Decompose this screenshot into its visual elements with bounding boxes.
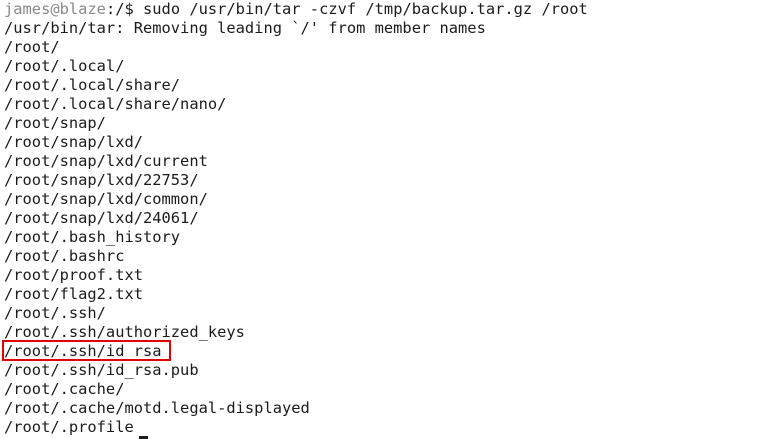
output-line: /root/.ssh/authorized_keys	[4, 323, 245, 341]
output-line: /root/.cache/motd.legal-displayed	[4, 399, 310, 417]
prompt-user-host: james@blaze	[4, 0, 106, 18]
output-line: /root/snap/lxd/current	[4, 152, 208, 170]
output-line: /root/.local/share/nano/	[4, 95, 227, 113]
output-line: /root/snap/lxd/	[4, 133, 143, 151]
output-line: /root/snap/lxd/common/	[4, 190, 208, 208]
output-line: /root/	[4, 38, 60, 56]
output-line: /root/snap/	[4, 114, 106, 132]
command-text: sudo /usr/bin/tar -czvf /tmp/backup.tar.…	[143, 0, 588, 18]
terminal-window[interactable]: james@blaze:/$ sudo /usr/bin/tar -czvf /…	[0, 0, 760, 439]
output-line: /root/.profile	[4, 418, 134, 436]
output-line-highlighted: /root/.ssh/id_rsa	[4, 342, 162, 360]
output-line: /root/.bash_history	[4, 228, 181, 246]
output-line: /root/.bashrc	[4, 247, 125, 265]
output-line: /root/snap/lxd/24061/	[4, 209, 199, 227]
output-line: /root/flag2.txt	[4, 285, 143, 303]
output-line: /root/proof.txt	[4, 266, 143, 284]
output-line: /root/.local/share/	[4, 76, 181, 94]
output-line: /root/.cache/	[4, 380, 125, 398]
output-line: /usr/bin/tar: Removing leading `/' from …	[4, 19, 486, 37]
output-line: /root/.ssh/id_rsa.pub	[4, 361, 199, 379]
prompt-path: :/$	[105, 0, 144, 18]
output-line: /root/.ssh/	[4, 304, 106, 322]
output-line: /root/.local/	[4, 57, 125, 75]
output-line: /root/snap/lxd/22753/	[4, 171, 199, 189]
command-line: james@blaze:/$ sudo /usr/bin/tar -czvf /…	[4, 0, 760, 19]
